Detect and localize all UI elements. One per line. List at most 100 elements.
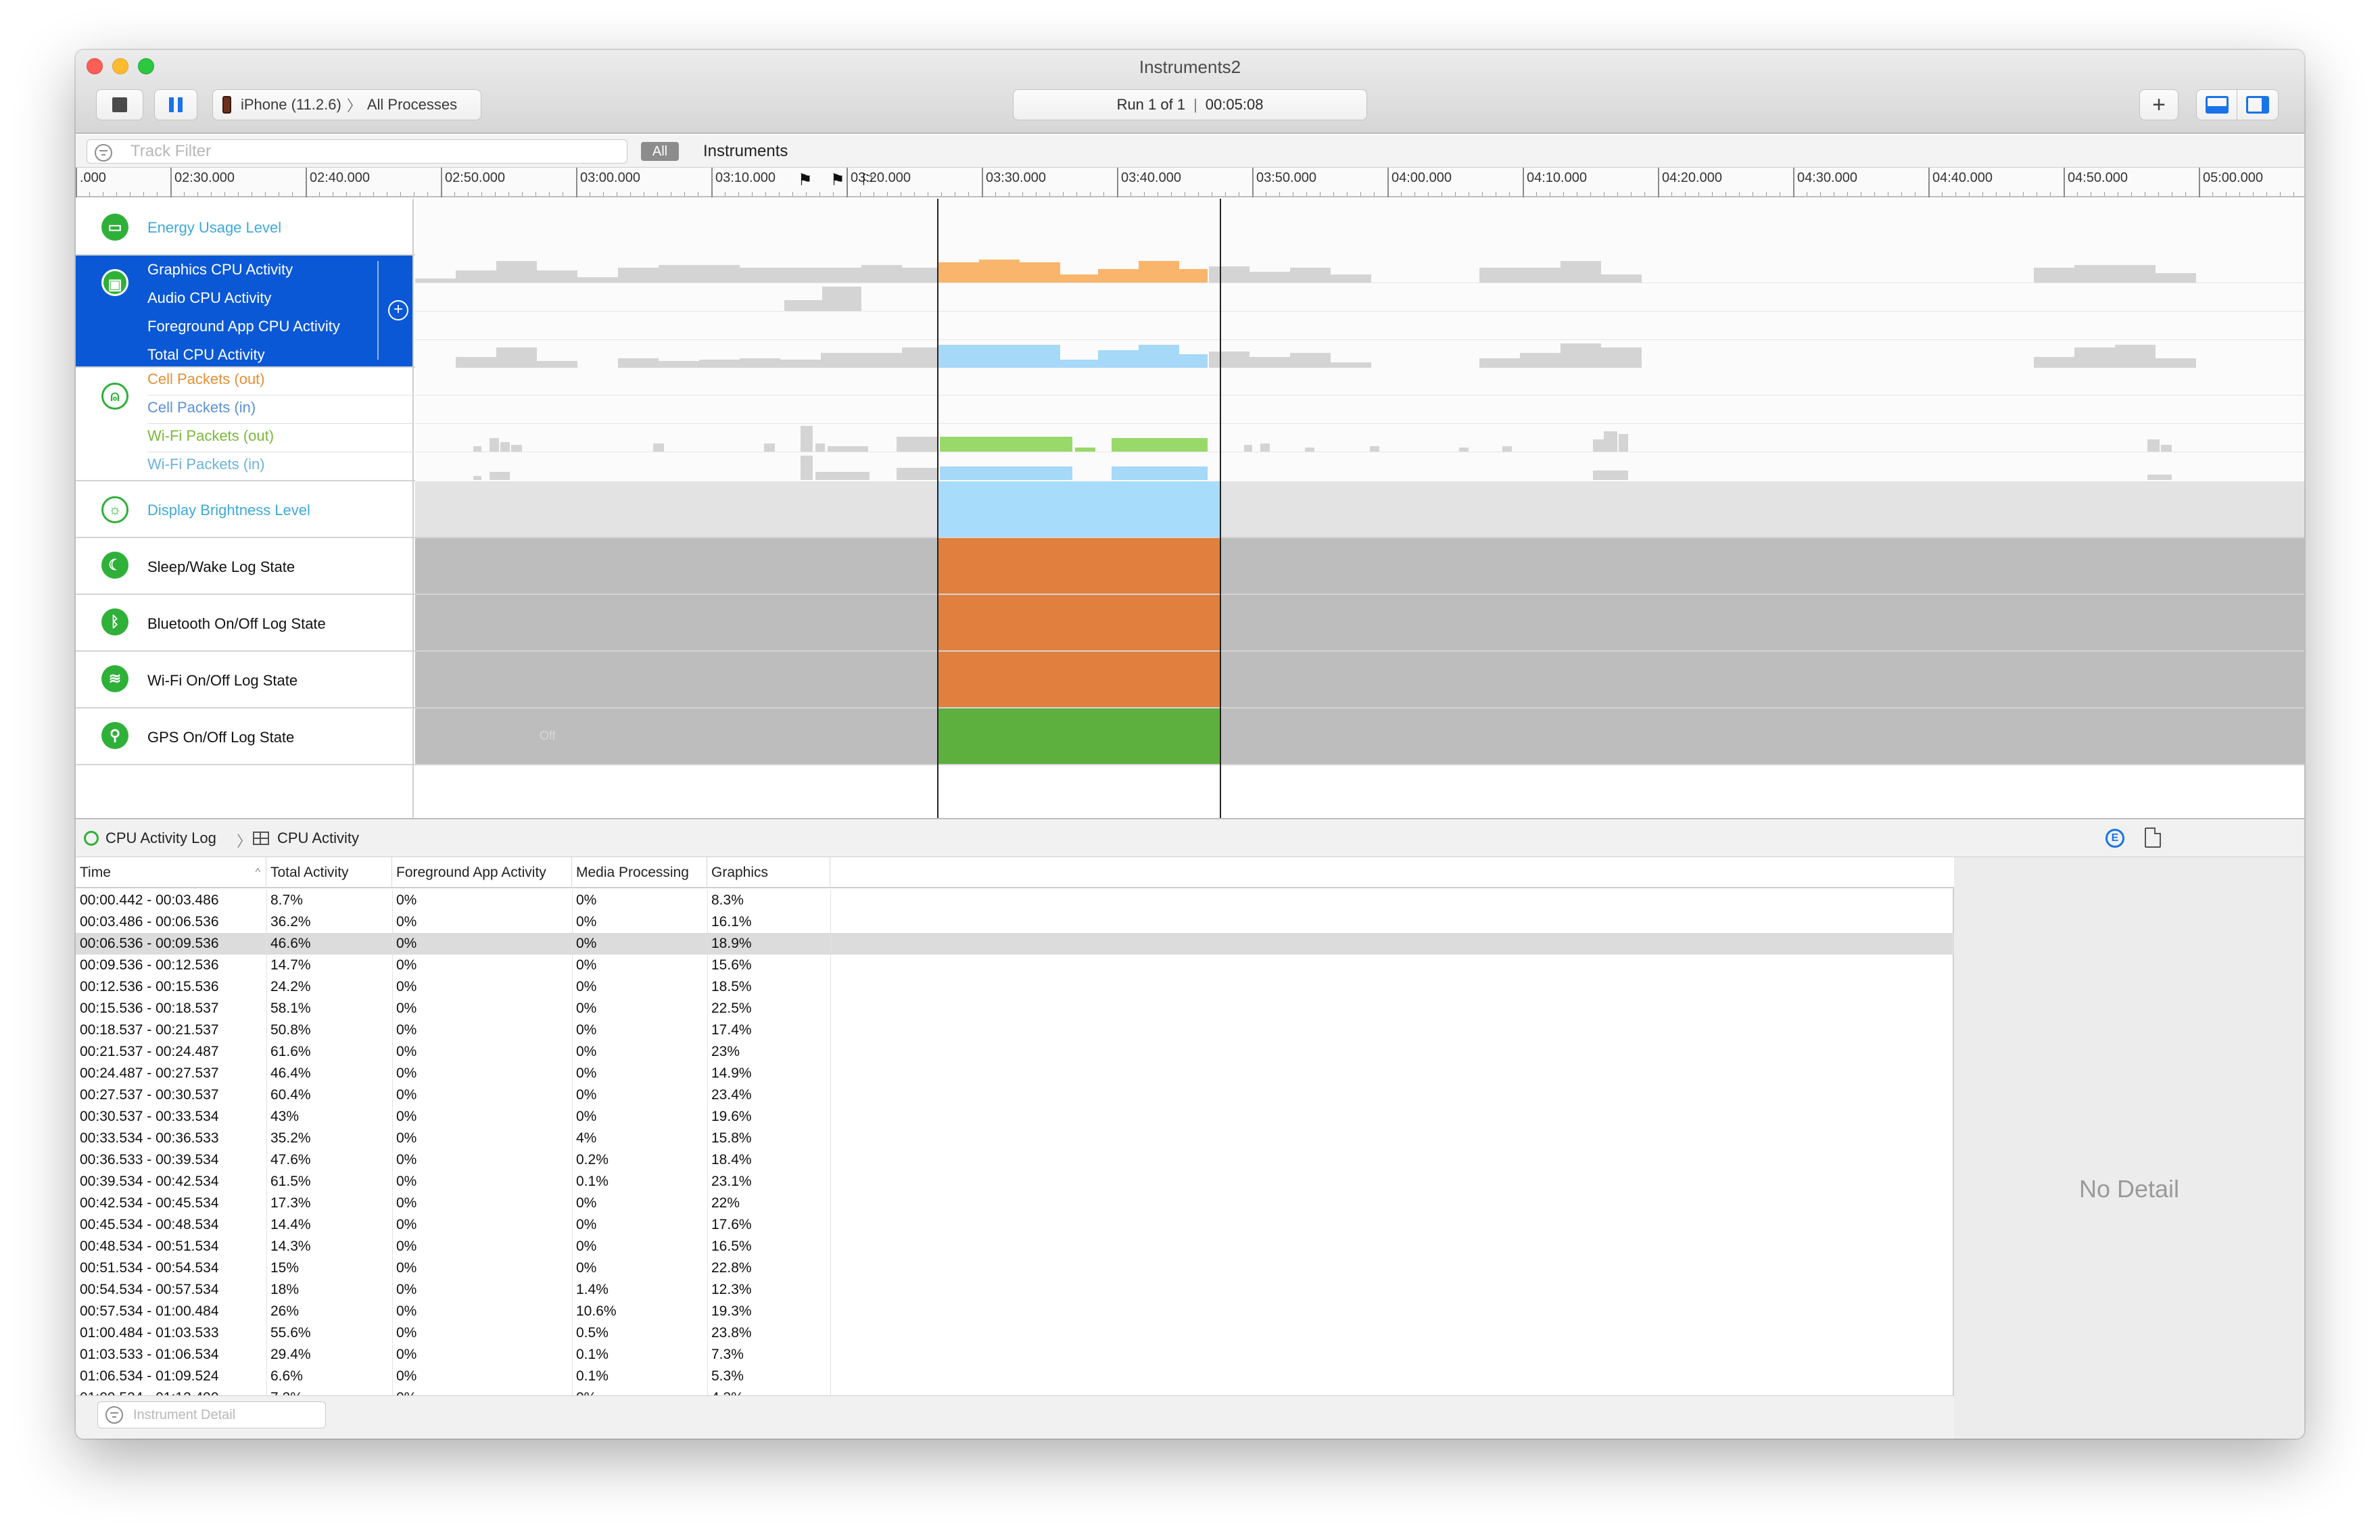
wifi-out-bar <box>511 445 522 452</box>
column-header-foreground-app[interactable]: Foreground App Activity <box>392 857 572 888</box>
table-cell: 61.5% <box>270 1174 311 1189</box>
table-row[interactable]: 01:06.534 - 01:09.524 6.6% 0% 0.1% 5.3% <box>76 1366 1954 1387</box>
target-selector[interactable]: iPhone (11.2.6) 〉 All Processes <box>212 89 481 120</box>
document-icon[interactable] <box>2145 827 2161 848</box>
selection-end-marker[interactable] <box>1220 199 1221 868</box>
total-bar <box>2115 345 2156 368</box>
table-row[interactable]: 01:03.533 - 01:06.534 29.4% 0% 0.1% 7.3% <box>76 1344 1954 1366</box>
table-cell: 46.4% <box>270 1065 311 1081</box>
table-row[interactable]: 00:45.534 - 00:48.534 14.4% 0% 0% 17.6% <box>76 1214 1954 1236</box>
table-cell: 15.6% <box>711 957 752 973</box>
table-row[interactable]: 00:15.536 - 00:18.537 58.1% 0% 0% 22.5% <box>76 998 1954 1019</box>
table-row[interactable]: 00:00.442 - 00:03.486 8.7% 0% 0% 8.3% <box>76 890 1954 911</box>
stop-recording-button[interactable] <box>96 89 143 120</box>
table-row[interactable]: 00:12.536 - 00:15.536 24.2% 0% 0% 18.5% <box>76 976 1954 998</box>
wifi-out-bar-selected <box>1112 438 1208 452</box>
table-cell: 18.4% <box>711 1152 752 1168</box>
table-cell: 00:36.533 - 00:39.534 <box>80 1152 219 1168</box>
column-header-time[interactable]: Time ^ <box>76 857 266 888</box>
wifi-out-bar-selected <box>1075 448 1095 452</box>
table-row[interactable]: 00:54.534 - 00:57.534 18% 0% 1.4% 12.3% <box>76 1279 1954 1301</box>
table-row[interactable]: 00:57.534 - 01:00.484 26% 0% 10.6% 19.3% <box>76 1301 1954 1322</box>
run-selector[interactable]: Run 1 of 1 | 00:05:08 <box>1013 89 1367 120</box>
column-header-total-activity[interactable]: Total Activity <box>266 857 392 888</box>
jumpbar-view[interactable]: CPU Activity <box>277 829 359 847</box>
column-header-graphics[interactable]: Graphics <box>707 857 830 888</box>
graphics-bar <box>537 270 577 283</box>
table-cell: 17.3% <box>270 1195 311 1211</box>
graphics-bar <box>1561 261 1601 283</box>
table-body[interactable]: 00:00.442 - 00:03.486 8.7% 0% 0% 8.3% 00:03.4… <box>76 890 1954 1395</box>
table-cell: 26% <box>270 1303 300 1319</box>
table-row[interactable]: 00:24.487 - 00:27.537 46.4% 0% 0% 14.9% <box>76 1063 1954 1084</box>
table-grid-icon <box>253 832 269 845</box>
scope-instruments-button[interactable]: Instruments <box>703 142 788 161</box>
graphics-bar-selected <box>1060 274 1098 283</box>
graphics-bar <box>861 265 902 283</box>
column-header-media-processing[interactable]: Media Processing <box>572 857 707 888</box>
wifi-out-bar <box>2161 445 2172 452</box>
inspector-tabs: E <box>1954 819 2304 857</box>
graphics-bar <box>2034 268 2074 283</box>
table-row[interactable]: 00:21.537 - 00:24.487 61.6% 0% 0% 23% <box>76 1041 1954 1063</box>
table-cell: 0% <box>576 957 597 973</box>
total-bar <box>821 353 861 368</box>
scope-all-button[interactable]: All <box>641 142 679 161</box>
total-bar <box>740 358 780 368</box>
table-row[interactable]: 01:00.484 - 01:03.533 55.6% 0% 0.5% 23.8% <box>76 1322 1954 1344</box>
flag-marker-icon[interactable]: ⚐ <box>860 170 875 190</box>
table-cell: 0% <box>396 914 417 930</box>
table-cell: 6.6% <box>270 1368 303 1384</box>
table-cell: 50.8% <box>270 1022 311 1038</box>
toggle-detail-area-button[interactable] <box>2196 89 2238 120</box>
table-row[interactable]: 00:30.537 - 00:33.534 43% 0% 0% 19.6% <box>76 1106 1954 1128</box>
table-cell: 23% <box>711 1044 740 1059</box>
ruler-tick: 02:40.000 <box>306 168 370 197</box>
table-cell: 0% <box>396 1368 417 1384</box>
wifi-out-bar <box>1370 446 1379 452</box>
table-row[interactable]: 00:18.537 - 00:21.537 50.8% 0% 0% 17.4% <box>76 1019 1954 1041</box>
selection-start-marker[interactable] <box>937 199 938 868</box>
flag-marker-icon[interactable]: ⚑ <box>798 170 813 190</box>
table-cell: 35.2% <box>270 1130 311 1146</box>
table-row[interactable]: 00:27.537 - 00:30.537 60.4% 0% 0% 23.4% <box>76 1084 1954 1106</box>
table-row[interactable]: 00:36.533 - 00:39.534 47.6% 0% 0.2% 18.4% <box>76 1149 1954 1171</box>
graphics-bar-selected <box>1139 261 1179 283</box>
table-row[interactable]: 00:33.534 - 00:36.533 35.2% 0% 4% 15.8% <box>76 1128 1954 1149</box>
track-filter-input[interactable]: Track Filter <box>87 139 627 164</box>
table-row[interactable]: 00:03.486 - 00:06.536 36.2% 0% 0% 16.1% <box>76 911 1954 933</box>
network-lanes <box>415 368 2304 481</box>
timeline-ruler[interactable]: .000 02:30.000 02:40.000 02:50.000 03:00… <box>76 168 2304 197</box>
graphics-bar-selected <box>1179 269 1208 283</box>
instrument-icon <box>84 831 99 846</box>
pause-recording-button[interactable] <box>154 89 197 120</box>
table-row[interactable]: 00:42.534 - 00:45.534 17.3% 0% 0% 22% <box>76 1193 1954 1214</box>
jumpbar-instrument[interactable]: CPU Activity Log <box>105 829 216 847</box>
stop-icon <box>112 97 127 112</box>
graphics-bar <box>1290 268 1331 283</box>
table-row[interactable]: 00:39.534 - 00:42.534 61.5% 0% 0.1% 23.1% <box>76 1171 1954 1193</box>
table-cell: 0% <box>396 1282 417 1297</box>
table-row[interactable]: 00:09.536 - 00:12.536 14.7% 0% 0% 15.6% <box>76 955 1954 976</box>
flag-marker-icon[interactable]: ⚑ <box>830 170 845 190</box>
table-cell: 0% <box>576 1065 597 1081</box>
graphics-bar <box>415 279 456 283</box>
table-cell: 14.9% <box>711 1065 752 1081</box>
no-detail-label: No Detail <box>2078 1175 2180 1203</box>
table-row[interactable]: 00:06.536 - 00:09.536 46.6% 0% 0% 18.9% <box>76 933 1954 955</box>
wifi-out-bar <box>2147 439 2160 452</box>
pause-icon <box>169 97 183 112</box>
table-row[interactable]: 00:48.534 - 00:51.534 14.3% 0% 0% 16.5% <box>76 1236 1954 1257</box>
wifi-in-bar <box>815 472 870 480</box>
extended-detail-icon[interactable]: E <box>2105 829 2124 848</box>
column-divider <box>572 890 573 1395</box>
table-cell: 01:09.524 - 01:12.490 <box>76 1387 219 1395</box>
instrument-detail-filter[interactable]: Instrument Detail <box>97 1401 326 1428</box>
toggle-inspector-button[interactable] <box>2237 89 2279 120</box>
table-row[interactable]: 00:51.534 - 00:54.534 15% 0% 0% 22.8% <box>76 1257 1954 1279</box>
table-row[interactable]: 01:09.524 - 01:12.490 7.2% 0% 0% 4.3% <box>76 1387 1954 1395</box>
gps-lane: Off <box>415 708 2304 764</box>
add-instrument-button[interactable]: + <box>2139 89 2179 120</box>
table-cell: 0% <box>396 1325 417 1341</box>
table-cell: 23.4% <box>711 1087 752 1103</box>
